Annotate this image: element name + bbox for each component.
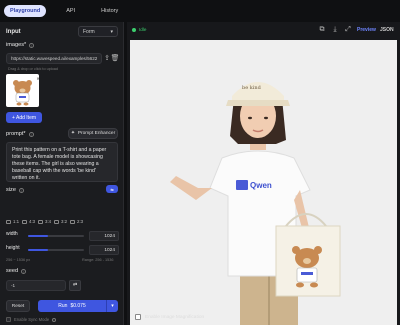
ratio-option-3[interactable]: 3:4 bbox=[38, 219, 51, 224]
ratio-option-2[interactable]: 4:3 bbox=[22, 219, 35, 224]
seed-input[interactable]: -1 bbox=[6, 280, 66, 291]
sync-mode-row[interactable]: Enable Sync Mode bbox=[6, 317, 57, 322]
sync-mode-label: Enable Sync Mode bbox=[14, 317, 50, 322]
run-button[interactable]: Run $0.075 bbox=[38, 300, 106, 312]
size-range-hint: 256 ~ 1536 px bbox=[6, 258, 31, 262]
image-url-value: https://static.wavespeed.ai/examples/562… bbox=[11, 56, 97, 61]
add-item-button[interactable]: + Add Item bbox=[6, 112, 42, 123]
tab-api[interactable]: API bbox=[60, 5, 81, 17]
prompt-textarea[interactable]: Print this pattern on a T-shirt and a pa… bbox=[6, 142, 118, 182]
ratio-label: 1:1 bbox=[13, 219, 20, 224]
sync-mode-checkbox[interactable] bbox=[6, 317, 11, 322]
seed-value: -1 bbox=[11, 283, 16, 288]
ratio-option-4[interactable]: 3:2 bbox=[54, 219, 67, 224]
image-url-input[interactable]: https://static.wavespeed.ai/examples/562… bbox=[6, 53, 102, 64]
size-label: size i bbox=[6, 187, 24, 193]
ratio-box-icon bbox=[54, 219, 59, 224]
ratio-box-icon bbox=[22, 219, 27, 224]
seed-label: seed i bbox=[6, 268, 27, 274]
shirt-brand-text: Qwen bbox=[250, 181, 272, 190]
reset-button[interactable]: Reset bbox=[6, 300, 30, 312]
image-magnification-row[interactable]: Enable Image Magnification bbox=[135, 314, 204, 320]
download-icon[interactable]: ⤓ bbox=[330, 25, 340, 35]
width-input[interactable]: 1024 bbox=[89, 231, 119, 241]
input-title: Input bbox=[6, 29, 21, 35]
random-seed-button[interactable]: ⇄ bbox=[69, 280, 81, 291]
width-slider[interactable] bbox=[28, 235, 84, 237]
prompt-enhancer-button[interactable]: ✦ Prompt Enhancer bbox=[68, 128, 118, 139]
trash-icon[interactable]: 🗑 bbox=[111, 53, 120, 63]
status-dot bbox=[132, 27, 136, 32]
tab-preview[interactable]: Preview bbox=[357, 27, 376, 33]
width-label: width bbox=[6, 231, 18, 237]
image-magnification-label: Enable Image Magnification bbox=[145, 314, 205, 320]
ratio-label: 2:3 bbox=[77, 219, 84, 224]
ratio-option-1[interactable]: 1:1 bbox=[6, 219, 19, 224]
info-icon: i bbox=[28, 131, 34, 137]
tab-history[interactable]: History bbox=[95, 5, 124, 17]
width-row: width 1024 bbox=[6, 230, 119, 242]
size-toggle-button[interactable]: ⇆ bbox=[106, 185, 118, 193]
top-tabs: Playground API History bbox=[0, 0, 400, 22]
mode-select[interactable]: Form ▾ bbox=[78, 26, 118, 37]
ratio-label: 3:4 bbox=[45, 219, 52, 224]
run-options-button[interactable]: ▾ bbox=[106, 300, 118, 312]
expand-icon[interactable]: ⤢ bbox=[343, 25, 353, 35]
height-row: height 1024 bbox=[6, 244, 119, 256]
prompt-label-text: prompt* bbox=[6, 131, 26, 137]
status-text: Idle bbox=[139, 27, 147, 32]
tab-playground[interactable]: Playground bbox=[4, 5, 47, 17]
drop-hint: Drag & drop or click to upload bbox=[8, 67, 59, 71]
tab-json[interactable]: JSON bbox=[380, 27, 394, 33]
info-icon: i bbox=[21, 268, 27, 274]
size-label-text: size bbox=[6, 187, 16, 193]
output-panel: Idle ⧉ ⤓ ⤢ Preview JSON be kind Qwen Ena… bbox=[127, 22, 400, 325]
input-panel: Input Form ▾ images* i https://static.wa… bbox=[0, 22, 124, 325]
image-magnification-checkbox[interactable] bbox=[135, 314, 141, 320]
height-input[interactable]: 1024 bbox=[89, 245, 119, 255]
ratio-label: 4:3 bbox=[29, 219, 36, 224]
prompt-enhancer-label: Prompt Enhancer bbox=[77, 131, 116, 136]
height-label: height bbox=[6, 245, 20, 251]
copy-icon[interactable]: ⧉ bbox=[317, 25, 327, 35]
chevron-down-icon: ▾ bbox=[111, 303, 114, 309]
close-icon[interactable]: ✕ bbox=[35, 75, 41, 81]
ratio-box-icon bbox=[38, 219, 43, 224]
size-range-right: Range: 256 - 1536 bbox=[82, 258, 114, 262]
info-icon: i bbox=[29, 42, 35, 48]
info-icon bbox=[52, 317, 57, 322]
ratio-option-5[interactable]: 2:3 bbox=[70, 219, 83, 224]
height-slider-fill bbox=[28, 249, 48, 251]
chevron-down-icon: ▾ bbox=[110, 28, 113, 35]
output-preview[interactable]: be kind Qwen bbox=[130, 40, 397, 325]
images-label: images* i bbox=[6, 42, 35, 48]
prompt-label: prompt* i bbox=[6, 131, 34, 137]
cap-text: be kind bbox=[242, 85, 261, 91]
width-slider-fill bbox=[28, 235, 48, 237]
run-label: Run bbox=[58, 303, 68, 309]
height-slider[interactable] bbox=[28, 249, 84, 251]
ratio-box-icon bbox=[70, 219, 75, 224]
run-price: $0.075 bbox=[70, 303, 86, 309]
info-icon: i bbox=[18, 187, 24, 193]
sparkle-icon: ✦ bbox=[70, 131, 75, 136]
mode-select-value: Form bbox=[83, 28, 95, 35]
images-label-text: images* bbox=[6, 42, 27, 48]
ratio-label: 3:2 bbox=[61, 219, 68, 224]
status-badge: Idle bbox=[132, 27, 146, 32]
seed-label-text: seed bbox=[6, 268, 19, 274]
shuffle-icon: ⇄ bbox=[72, 283, 78, 288]
ratio-box-icon bbox=[6, 219, 11, 224]
